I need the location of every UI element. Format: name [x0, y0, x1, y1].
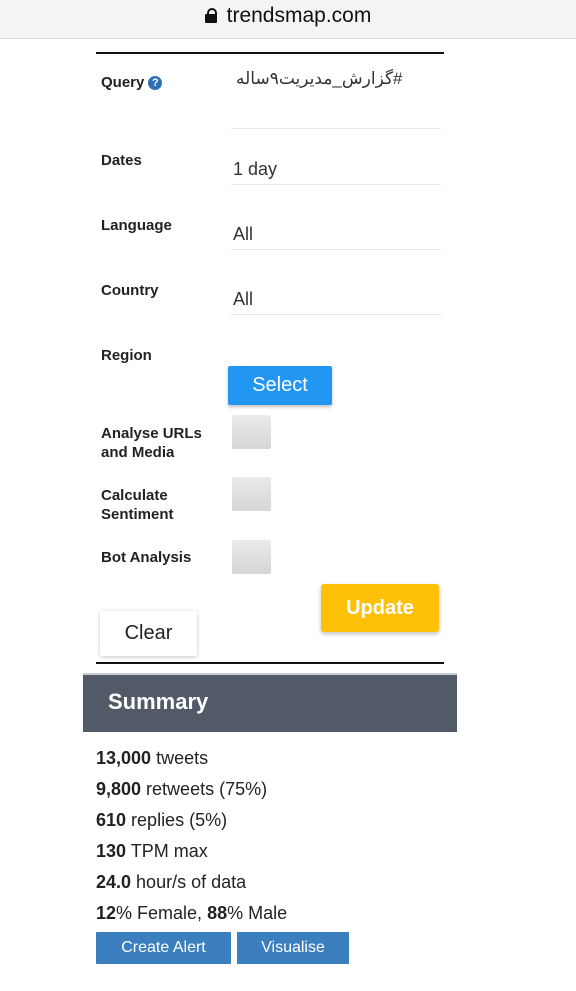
stat-female-value: 12	[96, 903, 117, 923]
analyse-urls-label-line2: and Media	[101, 444, 175, 461]
create-alert-button[interactable]: Create Alert	[96, 932, 231, 964]
language-underline	[231, 249, 441, 250]
stat-hours-text: hour/s of data	[131, 872, 247, 892]
bot-analysis-label: Bot Analysis	[101, 549, 192, 566]
analyse-urls-label-line1: Analyse URLs	[101, 425, 202, 442]
url-text: trendsmap.com	[226, 4, 372, 27]
country-underline	[231, 314, 441, 315]
lock-icon	[204, 8, 217, 23]
sentiment-label: Calculate Sentiment	[101, 486, 174, 524]
query-input[interactable]: #گزارش_مدیریت۹ساله	[236, 69, 403, 89]
stat-tpm: 130 TPM max	[96, 841, 208, 862]
stat-retweets-value: 9,800	[96, 779, 142, 799]
query-label-text: Query	[101, 74, 145, 91]
dates-underline	[231, 184, 441, 185]
stat-hours: 24.0 hour/s of data	[96, 872, 246, 893]
summary-title: Summary	[108, 689, 209, 714]
analyse-urls-checkbox[interactable]	[232, 415, 271, 449]
stat-male-text: % Male	[227, 903, 288, 923]
url-display[interactable]: trendsmap.com	[0, 4, 576, 28]
dates-label: Dates	[101, 152, 142, 169]
stat-replies-text: replies (5%)	[126, 810, 228, 830]
query-label: Query?	[101, 73, 163, 92]
stat-tweets-value: 13,000	[96, 748, 152, 768]
bot-analysis-checkbox[interactable]	[232, 540, 271, 574]
country-select[interactable]: All	[233, 289, 253, 310]
stat-hours-value: 24.0	[96, 872, 132, 892]
visualise-button[interactable]: Visualise	[237, 932, 349, 964]
browser-address-bar[interactable]: trendsmap.com	[0, 0, 576, 39]
region-select-button[interactable]: Select	[228, 366, 332, 405]
help-icon[interactable]: ?	[148, 76, 163, 90]
country-label: Country	[101, 282, 159, 299]
stat-female-text: % Female,	[116, 903, 208, 923]
update-button[interactable]: Update	[321, 584, 439, 632]
form-bottom-divider	[96, 662, 444, 664]
query-underline	[231, 128, 441, 129]
stat-retweets-text: retweets (75%)	[141, 779, 268, 799]
stat-retweets: 9,800 retweets (75%)	[96, 779, 267, 800]
stat-tweets: 13,000 tweets	[96, 748, 208, 769]
language-select[interactable]: All	[233, 224, 253, 245]
analyse-urls-label: Analyse URLs and Media	[101, 424, 202, 462]
stat-gender: 12% Female, 88% Male	[96, 903, 287, 924]
sentiment-label-line1: Calculate	[101, 487, 168, 504]
summary-header: Summary	[83, 673, 457, 732]
stat-tpm-value: 130	[96, 841, 127, 861]
sentiment-label-line2: Sentiment	[101, 506, 174, 523]
language-label: Language	[101, 217, 172, 234]
stat-tweets-text: tweets	[151, 748, 209, 768]
stat-male-value: 88	[207, 903, 228, 923]
dates-select[interactable]: 1 day	[233, 159, 277, 180]
stat-replies: 610 replies (5%)	[96, 810, 227, 831]
sentiment-checkbox[interactable]	[232, 477, 271, 511]
clear-button[interactable]: Clear	[100, 611, 197, 656]
stat-tpm-text: TPM max	[126, 841, 208, 861]
form-top-divider	[96, 52, 444, 54]
stat-replies-value: 610	[96, 810, 127, 830]
region-label: Region	[101, 347, 152, 364]
